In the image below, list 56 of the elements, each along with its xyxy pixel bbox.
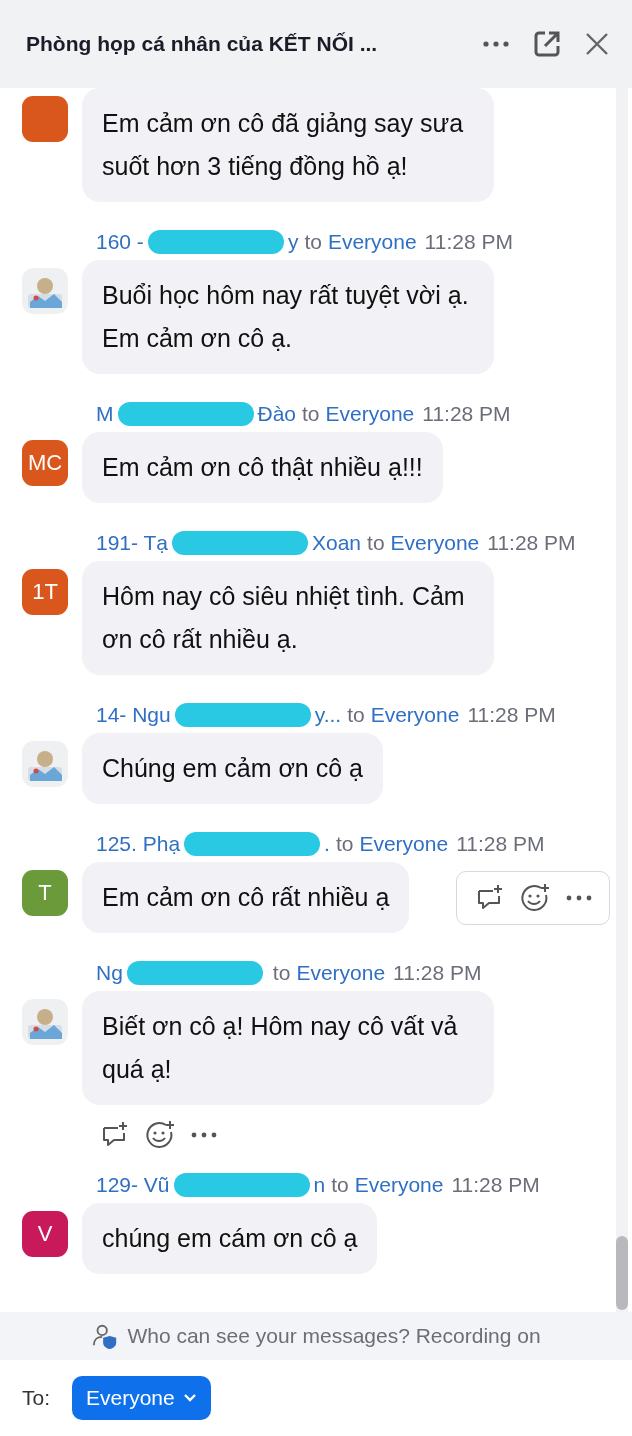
sender-name: y [287, 230, 299, 254]
sender-name: 191- Tạ [96, 531, 168, 555]
message-time: 11:28 PM [456, 832, 545, 856]
to-label: To: [22, 1386, 50, 1410]
recipient-dropdown[interactable]: Everyone [72, 1376, 211, 1420]
sender-name: 14- Ngu [96, 703, 171, 727]
sender-name: 129- Vũ [96, 1173, 170, 1197]
window-title: Phòng họp cá nhân của KẾT NỐI ... [26, 32, 379, 56]
message-time: 11:28 PM [393, 961, 482, 985]
sender-name: M [96, 402, 114, 426]
to-label: to [367, 531, 385, 555]
to-label: to [304, 230, 322, 254]
to-label: to [347, 703, 365, 727]
recipient-name: Everyone [327, 230, 417, 254]
sender-name: . [324, 832, 330, 856]
chevron-down-icon [182, 1393, 197, 1403]
message-time: 11:28 PM [451, 1173, 540, 1197]
more-icon [482, 40, 510, 48]
avatar: MC [22, 440, 68, 486]
recipient-name: Everyone [325, 402, 415, 426]
message-text: Hôm nay cô siêu nhiệt tình. Cảm ơn cô rất nhiều ạ. [82, 561, 494, 675]
to-label: to [272, 961, 291, 985]
more-icon[interactable] [190, 1131, 218, 1139]
message-text: Biết ơn cô ạ! Hôm nay cô vất vả quá ạ! [82, 991, 494, 1105]
message-text: Em cảm ơn cô đã giảng say sưa suốt hơn 3 tiếng đồng hồ ạ! [82, 88, 494, 202]
message-time: 11:28 PM [424, 230, 513, 254]
message-text: chúng em cám ơn cô ạ [82, 1203, 378, 1274]
message-text: Em cảm ơn cô thật nhiều ạ!!! [82, 432, 443, 503]
message-text: Chúng em cảm ơn cô ạ [82, 733, 383, 804]
avatar: 1T [22, 569, 68, 615]
sender-name: Xoan [312, 531, 362, 555]
to-label: to [335, 832, 354, 856]
more-icon[interactable] [565, 894, 593, 902]
recipient-name: Everyone [359, 832, 449, 856]
avatar: V [22, 1211, 68, 1257]
to-label: to [302, 402, 320, 426]
recipient-name: Everyone [370, 703, 460, 727]
sender-name: Đào [257, 402, 297, 426]
sender-name: 160 - [96, 230, 144, 254]
recipient-name: Everyone [296, 961, 386, 985]
message-text: Buổi học hôm nay rất tuyệt vời ạ. Em cảm ơn cô ạ. [82, 260, 494, 374]
avatar: T [22, 870, 68, 916]
message-text: Em cảm ơn cô rất nhiều ạ [82, 862, 410, 933]
sender-name: y... [314, 703, 342, 727]
scrollbar-thumb[interactable] [616, 1236, 628, 1310]
sender-name: 125. Phạ [96, 832, 181, 856]
to-label: to [331, 1173, 349, 1197]
message-time: 11:28 PM [467, 703, 556, 727]
add-reaction-icon[interactable] [519, 882, 551, 914]
message-time: 11:28 PM [487, 531, 576, 555]
recipient-name: Everyone [390, 531, 480, 555]
sender-name: Ng [96, 961, 123, 985]
sender-name: n [313, 1173, 326, 1197]
recipient-name: Everyone [354, 1173, 444, 1197]
add-reaction-icon[interactable] [144, 1119, 176, 1151]
message-time: 11:28 PM [422, 402, 511, 426]
